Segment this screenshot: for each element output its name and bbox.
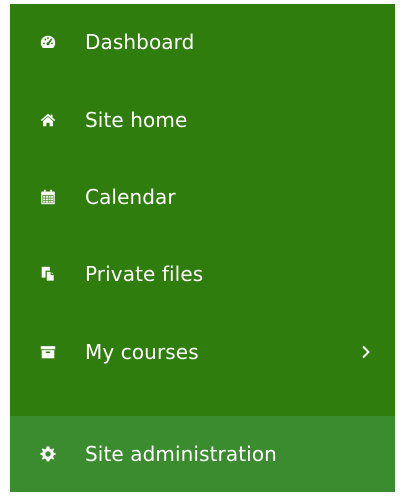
gear-icon [38,444,58,464]
calendar-icon [38,187,58,207]
nav-item-label: Calendar [85,185,176,209]
home-icon [38,110,58,130]
files-icon [38,264,58,284]
nav-item-site-administration[interactable]: Site administration [10,416,395,492]
nav-item-label: Site administration [85,442,277,466]
nav-item-label: Site home [85,108,188,132]
chevron-right-icon[interactable] [361,345,371,359]
nav-item-my-courses[interactable]: My courses [10,314,395,390]
admin-section: Site administration [10,416,395,492]
nav-item-site-home[interactable]: Site home [10,82,395,158]
nav-item-label: Dashboard [85,30,195,54]
archive-box-icon [38,342,58,362]
nav-item-label: My courses [85,340,199,364]
nav-item-dashboard[interactable]: Dashboard [10,4,395,80]
nav-item-calendar[interactable]: Calendar [10,159,395,235]
nav-item-label: Private files [85,262,204,286]
nav-item-private-files[interactable]: Private files [10,236,395,312]
navigation-drawer: Dashboard Site home Calendar Private fil… [10,4,395,492]
dashboard-gauge-icon [38,32,58,52]
